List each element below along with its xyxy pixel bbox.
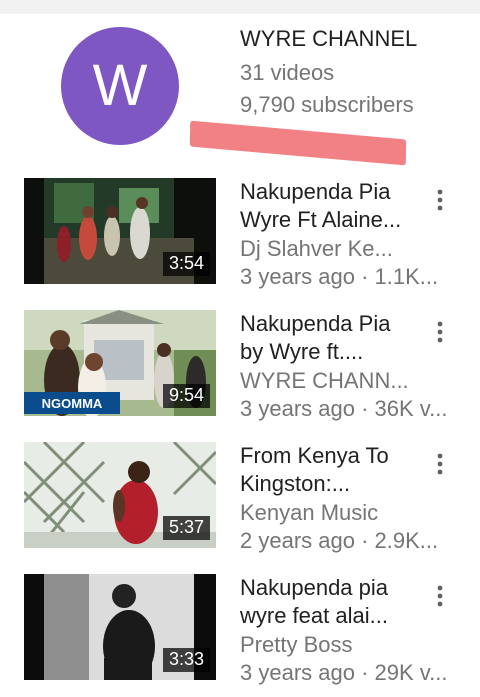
video-thumbnail[interactable]: 3:33 xyxy=(24,574,216,680)
video-item[interactable]: NGOMMA 9:54 Nakupenda Pia by Wyre ft....… xyxy=(0,310,480,430)
more-options-button[interactable] xyxy=(426,448,454,480)
video-title-line: Wyre Ft Alaine... xyxy=(240,207,402,232)
video-item[interactable]: 3:54 Nakupenda Pia Wyre Ft Alaine... Dj … xyxy=(0,178,480,298)
video-title-line: From Kenya To xyxy=(240,443,389,468)
video-title[interactable]: Nakupenda Pia by Wyre ft.... xyxy=(240,310,425,366)
top-divider xyxy=(0,0,480,14)
more-options-button[interactable] xyxy=(426,580,454,612)
video-duration: 3:33 xyxy=(162,648,210,672)
more-vert-icon xyxy=(437,321,443,343)
video-title-line: by Wyre ft.... xyxy=(240,339,364,364)
video-duration: 5:37 xyxy=(162,516,210,540)
video-duration: 3:54 xyxy=(162,252,210,276)
more-vert-icon xyxy=(437,585,443,607)
video-title-line: wyre feat alai... xyxy=(240,603,388,628)
more-options-button[interactable] xyxy=(426,184,454,216)
channel-search-result-page: W WYRE CHANNEL 31 videos 9,790 subscribe… xyxy=(0,0,480,697)
video-thumbnail[interactable]: NGOMMA 9:54 xyxy=(24,310,216,416)
video-channel-name: Pretty Boss xyxy=(240,632,353,657)
more-vert-icon xyxy=(437,189,443,211)
video-item[interactable]: 5:37 From Kenya To Kingston:... Kenyan M… xyxy=(0,442,480,562)
video-thumbnail[interactable]: 5:37 xyxy=(24,442,216,548)
video-meta: 3 years ago · 1.1K... xyxy=(240,264,439,289)
video-meta: 3 years ago · 36K v... xyxy=(240,396,448,421)
video-title-line: Nakupenda Pia xyxy=(240,179,391,204)
video-title-line: Kingston:... xyxy=(240,471,351,496)
highlight-mark xyxy=(189,120,407,166)
video-channel-name: Kenyan Music xyxy=(240,500,379,525)
video-channel-name: Dj Slahver Ke... xyxy=(240,236,393,261)
video-title-line: Nakupenda pia xyxy=(240,575,389,600)
video-title[interactable]: Nakupenda Pia Wyre Ft Alaine... xyxy=(240,178,425,234)
channel-subscriber-count: 9,790 subscribers xyxy=(240,92,414,117)
video-title[interactable]: From Kenya To Kingston:... xyxy=(240,442,425,498)
video-channel-name: WYRE CHANN... xyxy=(240,368,409,393)
channel-name[interactable]: WYRE CHANNEL xyxy=(240,26,417,52)
svg-text:NGOMMA: NGOMMA xyxy=(42,396,103,411)
video-title[interactable]: Nakupenda pia wyre feat alai... xyxy=(240,574,425,630)
video-meta: 2 years ago · 2.9K... xyxy=(240,528,439,553)
more-options-button[interactable] xyxy=(426,316,454,348)
channel-video-count: 31 videos xyxy=(240,60,335,85)
video-title-line: Nakupenda Pia xyxy=(240,311,391,336)
video-meta: 3 years ago · 29K v... xyxy=(240,660,448,685)
video-item[interactable]: 3:33 Nakupenda pia wyre feat alai... Pre… xyxy=(0,574,480,694)
video-thumbnail[interactable]: 3:54 xyxy=(24,178,216,284)
more-vert-icon xyxy=(437,453,443,475)
ngomma-logo: NGOMMA xyxy=(24,392,120,414)
channel-result[interactable]: W WYRE CHANNEL 31 videos 9,790 subscribe… xyxy=(0,14,480,166)
channel-avatar[interactable]: W xyxy=(61,27,179,145)
video-duration: 9:54 xyxy=(162,384,210,408)
